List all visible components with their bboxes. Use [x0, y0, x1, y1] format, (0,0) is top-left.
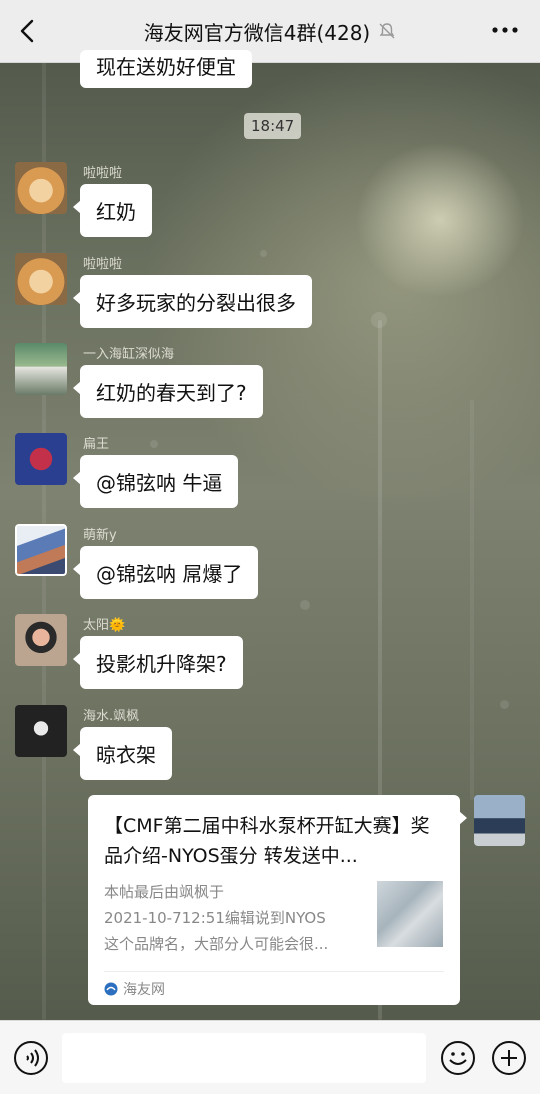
sender-name: 太阳🌞 [83, 618, 126, 633]
avatar[interactable] [15, 162, 67, 214]
card-desc-line: 本帖最后由飒枫于 [104, 883, 225, 901]
chat-title: 海友网官方微信4群(428) [143, 20, 371, 45]
source-logo-icon [104, 982, 118, 996]
message-bubble[interactable]: 晾衣架 [73, 727, 172, 780]
self-avatar[interactable] [474, 795, 525, 846]
message-bubble[interactable]: @锦弦呐 牛逼 [72, 455, 239, 508]
card-desc-line: 这个品牌名，大部分人可能会很... [104, 935, 329, 953]
card-source: 海友网 [104, 979, 165, 999]
sender-name: 一入海缸深似海 [83, 347, 175, 362]
avatar[interactable] [15, 253, 67, 305]
more-dots-icon[interactable] [490, 20, 520, 40]
avatar[interactable] [15, 433, 67, 485]
message-bubble[interactable]: 红奶 [73, 184, 152, 237]
card-desc-line: 2021-10-712:51编辑说到NYOS [104, 909, 326, 927]
avatar[interactable] [15, 614, 67, 666]
message-bubble-partial[interactable]: 现在送奶好便宜 [80, 50, 252, 88]
chevron-left-icon[interactable] [14, 17, 40, 45]
timestamp: 18:47 [244, 113, 302, 139]
plus-icon[interactable] [491, 1040, 527, 1076]
message-bubble[interactable]: 红奶的春天到了? [73, 365, 263, 418]
voice-icon[interactable] [13, 1040, 49, 1076]
sender-name: 啦啦啦 [83, 166, 123, 181]
input-bar [0, 1020, 540, 1094]
bell-muted-icon [379, 23, 395, 39]
avatar[interactable] [15, 343, 67, 395]
emoji-icon[interactable] [440, 1040, 476, 1076]
link-card[interactable]: 【CMF第二届中科水泵杯开缸大赛】奖品介绍-NYOS蛋分 转发送中... 本帖最… [88, 795, 467, 1005]
message-bubble[interactable]: 好多玩家的分裂出很多 [73, 275, 312, 328]
card-description: 本帖最后由飒枫于 2021-10-712:51编辑说到NYOS 这个品牌名，大部… [104, 879, 359, 957]
sender-name: 啦啦啦 [83, 257, 123, 272]
source-name: 海友网 [123, 982, 165, 998]
avatar[interactable] [15, 705, 67, 757]
card-divider [104, 971, 444, 972]
sender-name: 扁王 [83, 437, 110, 452]
avatar[interactable] [15, 524, 67, 576]
card-thumbnail [377, 881, 443, 947]
message-bubble[interactable]: @锦弦呐 屌爆了 [72, 546, 259, 599]
message-bubble[interactable]: 投影机升降架? [73, 636, 243, 689]
card-title: 【CMF第二届中科水泵杯开缸大赛】奖品介绍-NYOS蛋分 转发送中... [104, 815, 430, 867]
message-input[interactable] [62, 1033, 426, 1083]
sender-name: 海水.飒枫 [83, 709, 140, 724]
sender-name: 萌新y [83, 528, 117, 543]
message-text: 现在送奶好便宜 [96, 55, 236, 79]
